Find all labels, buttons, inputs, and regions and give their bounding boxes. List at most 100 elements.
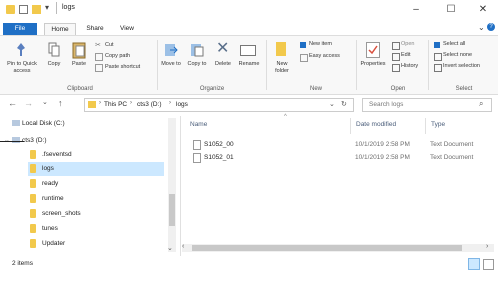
ribbon: Pin to Quick access Copy Paste ✂ Cut Cop… <box>0 35 498 95</box>
new-folder-icon[interactable] <box>276 42 286 56</box>
breadcrumb-logs[interactable]: logs <box>176 101 188 108</box>
easy-access-button[interactable]: Easy access <box>309 53 340 59</box>
tab-view[interactable]: View <box>112 23 142 35</box>
folder-icon <box>30 193 36 203</box>
nav-item-folder[interactable]: screen_shots <box>30 208 81 220</box>
invert-selection-icon <box>434 64 442 72</box>
open-group-label: Open <box>390 86 406 92</box>
nav-item-folder[interactable]: .fseventsd <box>30 149 72 161</box>
rename-button[interactable]: Rename <box>236 61 262 68</box>
properties-button[interactable]: Properties <box>358 61 388 68</box>
chevron-down-icon[interactable]: ⌄ <box>167 244 173 252</box>
nav-item-label: runtime <box>42 195 64 202</box>
folder-icon <box>30 149 36 159</box>
column-header-name[interactable]: Name <box>190 121 207 128</box>
forward-arrow-icon[interactable]: → <box>24 98 33 108</box>
move-to-button[interactable]: Move to <box>160 61 182 68</box>
paste-button[interactable]: Paste <box>69 61 89 68</box>
chevron-down-icon[interactable]: ⌄ <box>478 23 485 32</box>
folder-icon <box>30 238 36 248</box>
status-bar: 2 items <box>0 256 498 274</box>
pin-to-quick-access-button[interactable]: Pin to Quick access <box>5 61 39 75</box>
file-name: S1052_00 <box>204 141 234 148</box>
nav-item-folder[interactable]: Updater <box>30 238 65 250</box>
nav-item-folder[interactable]: runtime <box>30 193 64 205</box>
nav-item-drive[interactable]: ⌄ cts3 (D:) <box>4 135 47 147</box>
search-input[interactable]: Search logs ⌕ <box>362 98 492 112</box>
delete-icon[interactable]: ✕ <box>216 40 229 58</box>
minimize-button[interactable]: – <box>405 3 427 17</box>
file-type: Text Document <box>430 141 474 148</box>
properties-icon[interactable] <box>19 5 28 14</box>
history-button[interactable]: History <box>401 63 418 69</box>
chevron-up-icon[interactable]: ^ <box>284 114 287 120</box>
new-folder-icon[interactable] <box>32 5 41 14</box>
breadcrumb-separator: › <box>130 100 132 106</box>
table-row[interactable]: S1052_00 10/1/2019 2:58 PM Text Document <box>188 139 496 151</box>
chevron-down-icon[interactable]: ⌄ <box>329 100 335 108</box>
rename-icon[interactable] <box>240 45 256 56</box>
divider <box>428 40 429 90</box>
open-button[interactable]: Open <box>401 41 414 47</box>
address-bar[interactable]: › This PC › cts3 (D:) › logs ⌄ ↻ <box>84 98 354 112</box>
select-group-label: Select <box>455 86 473 92</box>
nav-item-folder[interactable]: tunes <box>30 223 58 235</box>
chevron-down-icon[interactable]: ▾ <box>45 3 49 12</box>
delete-button[interactable]: Delete <box>212 61 234 68</box>
copy-button[interactable]: Copy <box>44 61 64 68</box>
copy-to-button[interactable]: Copy to <box>186 61 208 68</box>
large-icons-view-icon[interactable] <box>483 259 494 270</box>
maximize-button[interactable]: ☐ <box>440 3 462 17</box>
edit-icon <box>392 53 400 61</box>
open-icon <box>392 42 400 50</box>
details-view-icon[interactable] <box>468 258 480 270</box>
copy-path-icon <box>95 53 103 61</box>
breadcrumb-drive[interactable]: cts3 (D:) <box>137 101 162 108</box>
refresh-icon[interactable]: ↻ <box>341 100 347 108</box>
nav-item-folder[interactable]: ready <box>30 178 58 190</box>
move-to-icon[interactable] <box>164 42 178 58</box>
copy-path-button[interactable]: Copy path <box>105 53 130 59</box>
copy-to-icon[interactable] <box>190 42 204 58</box>
nav-item-label: cts3 (D:) <box>22 137 47 144</box>
close-button[interactable]: ✕ <box>472 3 494 17</box>
cut-button[interactable]: Cut <box>105 42 114 48</box>
nav-scrollbar-thumb[interactable] <box>169 194 175 226</box>
table-row[interactable]: S1052_01 10/1/2019 2:58 PM Text Document <box>188 152 496 164</box>
nav-item-folder-selected[interactable]: logs <box>30 163 54 175</box>
chevron-down-icon[interactable]: ⌄ <box>42 98 48 106</box>
select-none-button[interactable]: Select none <box>443 52 472 58</box>
chevron-left-icon[interactable]: ‹ <box>182 243 184 250</box>
search-placeholder: Search logs <box>369 101 404 108</box>
help-icon[interactable]: ? <box>487 23 495 31</box>
nav-scrollbar[interactable] <box>168 118 176 252</box>
paste-shortcut-button[interactable]: Paste shortcut <box>105 64 140 70</box>
column-header-date[interactable]: Date modified <box>356 121 396 128</box>
divider <box>425 118 426 134</box>
select-all-button[interactable]: Select all <box>443 41 465 47</box>
copy-icon[interactable] <box>48 42 60 58</box>
tab-file[interactable]: File <box>3 23 37 35</box>
nav-item-label: .fseventsd <box>42 151 72 158</box>
new-item-button[interactable]: New item <box>309 41 332 47</box>
chevron-right-icon[interactable]: › <box>486 243 488 250</box>
horizontal-scrollbar-thumb[interactable] <box>192 245 462 251</box>
horizontal-scrollbar[interactable]: ‹ › <box>182 243 494 252</box>
new-folder-button[interactable]: New folder <box>270 61 294 75</box>
drive-icon <box>12 137 20 143</box>
pin-icon[interactable] <box>14 42 28 58</box>
search-icon[interactable]: ⌕ <box>479 99 483 109</box>
up-arrow-icon[interactable]: ↑ <box>58 98 63 108</box>
breadcrumb-this-pc[interactable]: This PC <box>104 101 127 108</box>
edit-button[interactable]: Edit <box>401 52 410 58</box>
properties-icon[interactable] <box>366 42 380 58</box>
nav-item-label: Updater <box>42 240 66 247</box>
column-header-type[interactable]: Type <box>431 121 445 128</box>
tab-share[interactable]: Share <box>80 23 110 35</box>
text-file-icon <box>193 140 201 150</box>
invert-selection-button[interactable]: Invert selection <box>443 63 480 69</box>
folder-icon <box>88 101 96 108</box>
nav-item-local-disk[interactable]: Local Disk (C:) <box>12 118 65 130</box>
back-arrow-icon[interactable]: ← <box>8 98 17 108</box>
paste-icon[interactable] <box>72 41 86 59</box>
